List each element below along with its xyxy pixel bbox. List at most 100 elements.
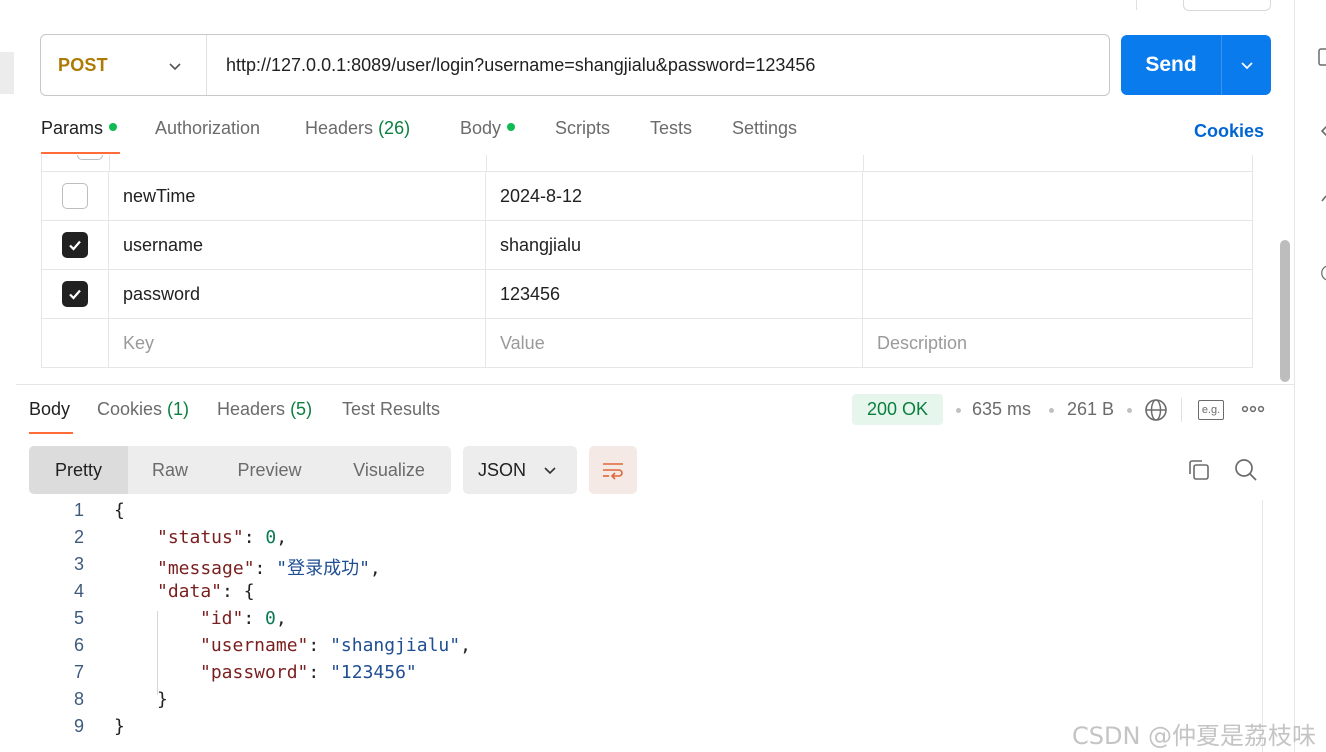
tab-label: Body — [460, 118, 502, 138]
response-tab-body[interactable]: Body — [29, 399, 70, 420]
tab-label: Tests — [650, 118, 693, 138]
param-value[interactable]: 123456 — [486, 270, 863, 318]
tab-body[interactable]: Body — [460, 118, 516, 139]
code-token: : — [308, 662, 331, 683]
code-token: 0 — [265, 608, 276, 629]
column-divider — [863, 155, 864, 171]
collapse-icon[interactable] — [1318, 122, 1326, 140]
param-description[interactable] — [863, 270, 1252, 318]
code-line: 4 "data": { — [0, 581, 1262, 608]
tab-label: Test Results — [342, 399, 441, 419]
toolbar-divider — [1181, 398, 1182, 422]
code-text: } — [114, 716, 125, 737]
save-example-icon[interactable]: e.g. — [1198, 400, 1224, 420]
wrap-lines-button[interactable] — [589, 446, 637, 494]
tab-label: Headers — [217, 399, 286, 419]
format-visualize[interactable]: Visualize — [327, 446, 451, 494]
tab-headers[interactable]: Headers (26) — [305, 118, 410, 139]
language-select[interactable]: JSON — [463, 446, 577, 494]
tab-authorization[interactable]: Authorization — [155, 118, 260, 139]
more-icon[interactable] — [1241, 402, 1265, 416]
code-line: 2 "status": 0, — [0, 527, 1262, 554]
cookies-link[interactable]: Cookies — [1194, 121, 1264, 142]
separator-dot — [1127, 408, 1132, 413]
response-tab-headers[interactable]: Headers (5) — [217, 399, 312, 420]
method-select[interactable]: POST — [41, 35, 207, 95]
send-options-button[interactable] — [1222, 35, 1271, 95]
active-dot — [109, 123, 118, 132]
table-row: username shangjialu — [42, 220, 1252, 269]
code-text: "status": 0, — [157, 527, 287, 548]
param-value[interactable]: shangjialu — [486, 221, 863, 269]
response-tab-cookies[interactable]: Cookies (1) — [97, 399, 189, 420]
checkbox-partial[interactable] — [77, 155, 103, 160]
code-token: "登录成功" — [276, 558, 370, 579]
chevron-down-icon — [169, 63, 181, 71]
param-key[interactable]: newTime — [109, 172, 486, 220]
value-input[interactable]: Value — [486, 319, 863, 367]
format-preview[interactable]: Preview — [212, 446, 327, 494]
status-badge[interactable]: 200 OK — [852, 394, 943, 425]
code-token: "password" — [200, 662, 309, 683]
tab-count: (5) — [290, 399, 313, 419]
tab-tests[interactable]: Tests — [650, 118, 692, 139]
format-pretty[interactable]: Pretty — [29, 446, 128, 494]
response-size[interactable]: 261 B — [1067, 399, 1114, 420]
code-token: "status" — [157, 527, 244, 548]
format-raw[interactable]: Raw — [128, 446, 212, 494]
code-line: 6 "username": "shangjialu", — [0, 635, 1262, 662]
top-divider — [1136, 0, 1137, 10]
right-sidebar — [1294, 0, 1326, 752]
code-icon[interactable] — [1318, 192, 1326, 210]
active-tab-indicator — [41, 152, 120, 154]
pane-divider[interactable] — [16, 384, 1294, 385]
key-input[interactable]: Key — [109, 319, 486, 367]
info-icon[interactable] — [1318, 264, 1326, 282]
code-scrollbar[interactable] — [1262, 500, 1263, 752]
code-text: "id": 0, — [200, 608, 287, 629]
param-key[interactable]: username — [109, 221, 486, 269]
param-checkbox[interactable] — [62, 232, 88, 258]
tab-scripts[interactable]: Scripts — [555, 118, 610, 139]
active-tab-indicator — [29, 432, 73, 434]
code-line: 1{ — [0, 500, 1262, 527]
code-text: "data": { — [157, 581, 255, 602]
param-description[interactable] — [863, 172, 1252, 220]
method-label: POST — [58, 54, 108, 75]
send-button-group: Send — [1121, 35, 1271, 95]
tab-label: Settings — [732, 118, 798, 138]
param-key[interactable]: password — [109, 270, 486, 318]
code-token: "message" — [157, 558, 255, 579]
code-token: : — [243, 608, 266, 629]
code-token: , — [275, 608, 287, 629]
copy-icon[interactable] — [1187, 458, 1211, 482]
code-line: 7 "password": "123456" — [0, 662, 1262, 689]
param-value[interactable]: 2024-8-12 — [486, 172, 863, 220]
url-input[interactable]: http://127.0.0.1:8089/user/login?usernam… — [207, 55, 815, 76]
scrollbar-thumb[interactable] — [1280, 240, 1290, 382]
search-icon[interactable] — [1234, 458, 1258, 482]
chevron-down-icon — [1240, 62, 1253, 70]
response-time[interactable]: 635 ms — [972, 399, 1031, 420]
checkbox-cell — [42, 221, 109, 269]
code-token: } — [114, 716, 125, 737]
code-text: "password": "123456" — [200, 662, 417, 683]
url-bar: POST http://127.0.0.1:8089/user/login?us… — [40, 34, 1110, 96]
send-button[interactable]: Send — [1121, 35, 1222, 95]
globe-icon[interactable] — [1144, 398, 1168, 422]
param-checkbox[interactable] — [62, 281, 88, 307]
indent-guide — [157, 611, 158, 695]
param-checkbox[interactable] — [62, 183, 88, 209]
tab-params[interactable]: Params — [41, 118, 118, 139]
code-token: : — [308, 635, 331, 656]
response-tab-test-results[interactable]: Test Results — [342, 399, 440, 420]
top-toolbar-button[interactable] — [1183, 0, 1271, 11]
left-panel-edge — [0, 52, 14, 94]
tab-settings[interactable]: Settings — [732, 118, 797, 139]
param-description[interactable] — [863, 221, 1252, 269]
tab-label: Params — [41, 118, 104, 138]
description-input[interactable]: Description — [863, 319, 1252, 367]
checkbox-cell — [42, 270, 109, 318]
code-token: 0 — [265, 527, 277, 548]
documentation-icon[interactable] — [1318, 48, 1326, 66]
